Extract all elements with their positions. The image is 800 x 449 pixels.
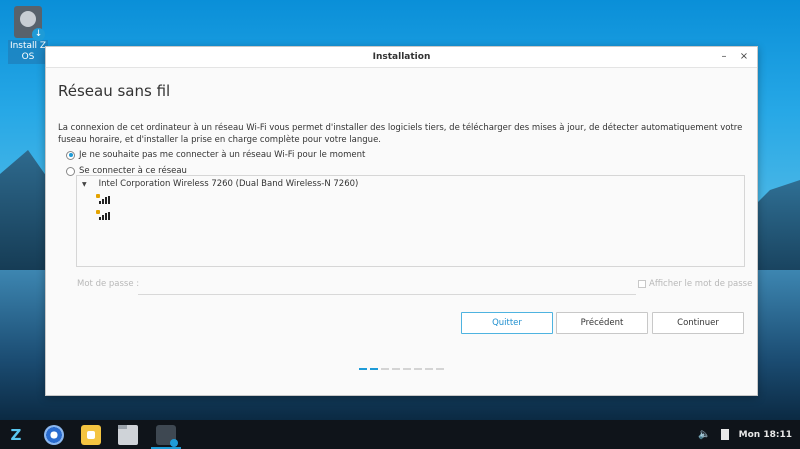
expand-arrow-icon[interactable]: ▼ — [82, 181, 87, 188]
minimize-button[interactable]: – — [717, 50, 731, 64]
progress-step — [403, 368, 411, 370]
network-adapter-label: Intel Corporation Wireless 7260 (Dual Ba… — [98, 179, 359, 189]
step-progress — [359, 368, 444, 370]
installer-disc-icon: ↓ — [14, 6, 45, 41]
progress-step — [359, 368, 367, 370]
radio-no-connect[interactable] — [66, 150, 75, 160]
network-item[interactable] — [96, 194, 111, 206]
battery-icon[interactable] — [720, 429, 729, 440]
show-password-checkbox[interactable] — [638, 280, 646, 288]
password-input[interactable] — [138, 279, 636, 295]
progress-step — [436, 368, 444, 370]
volume-icon[interactable]: 🔈 — [698, 429, 710, 440]
show-password-toggle[interactable]: Afficher le mot de passe — [638, 279, 752, 289]
page-description: La connexion de cet ordinateur à un rése… — [58, 123, 743, 145]
continue-button[interactable]: Continuer — [652, 312, 744, 334]
software-store-icon[interactable] — [81, 425, 101, 445]
show-password-label: Afficher le mot de passe — [649, 279, 753, 289]
progress-step — [370, 368, 378, 370]
previous-button[interactable]: Précédent — [556, 312, 648, 334]
clock[interactable]: Mon 18:11 — [739, 430, 792, 440]
progress-step — [381, 368, 389, 370]
lock-icon — [96, 194, 100, 198]
page-title: Réseau sans fil — [58, 82, 171, 100]
close-button[interactable]: × — [737, 50, 751, 64]
radio-connect[interactable] — [66, 166, 75, 176]
desktop-icon-label: Install Z OS — [8, 40, 48, 64]
zorin-menu-icon[interactable]: Z — [6, 425, 26, 445]
password-label: Mot de passe : — [77, 279, 140, 289]
wifi-signal-icon — [99, 212, 111, 220]
window-title: Installation — [372, 52, 431, 62]
progress-step — [425, 368, 433, 370]
installer-taskbar-icon[interactable] — [156, 425, 178, 447]
network-adapter-row[interactable]: ▼ Intel Corporation Wireless 7260 (Dual … — [82, 179, 358, 189]
quit-button[interactable]: Quitter — [461, 312, 553, 334]
progress-step — [414, 368, 422, 370]
wifi-signal-icon — [99, 196, 111, 204]
installer-window: Installation – × Réseau sans fil La conn… — [45, 46, 758, 396]
browser-icon[interactable] — [44, 425, 64, 445]
desktop-icon-install[interactable]: ↓ Install Z OS — [8, 6, 48, 64]
system-tray: 🔈 Mon 18:11 — [698, 420, 792, 449]
option-no-connect-label: Je ne souhaite pas me connecter à un rés… — [79, 150, 366, 160]
network-list[interactable]: ▼ Intel Corporation Wireless 7260 (Dual … — [76, 175, 745, 267]
option-no-connect[interactable]: Je ne souhaite pas me connecter à un rés… — [66, 150, 365, 160]
progress-step — [392, 368, 400, 370]
lock-icon — [96, 210, 100, 214]
files-icon[interactable] — [118, 425, 138, 445]
window-titlebar[interactable]: Installation – × — [46, 47, 757, 68]
taskbar: Z 🔈 Mon 18:11 — [0, 420, 800, 449]
network-item[interactable] — [96, 210, 111, 222]
